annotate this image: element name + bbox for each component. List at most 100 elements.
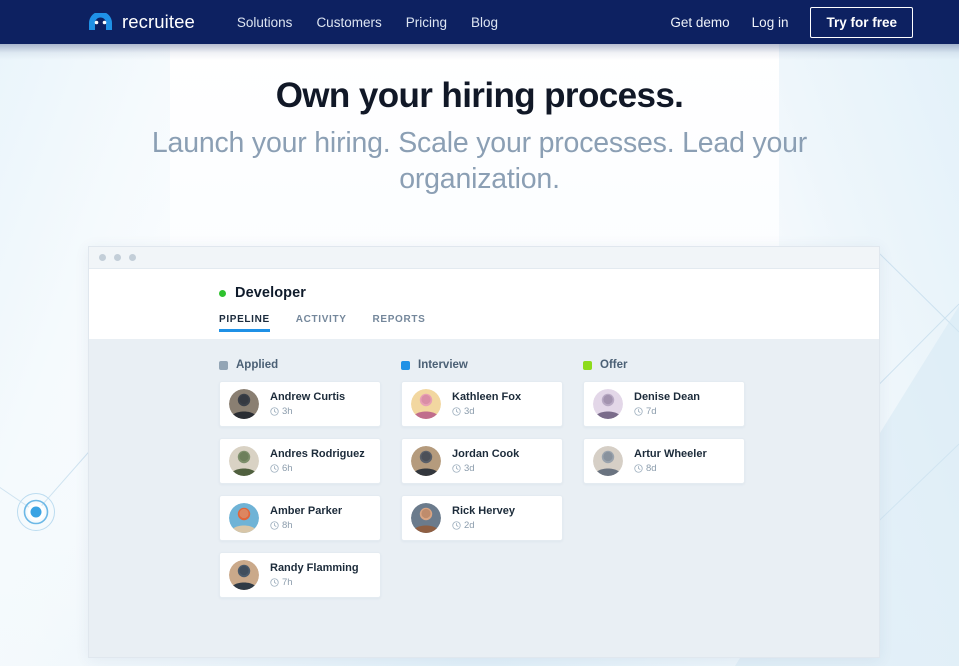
- clock-icon: [270, 521, 279, 530]
- candidate-time-row: 2d: [452, 520, 515, 531]
- pipeline-board: Applied Andrew Curtis 3h Andres Rodriguez 6h…: [89, 339, 879, 657]
- candidate-time-row: 8d: [634, 463, 707, 474]
- tab-reports[interactable]: REPORTS: [373, 314, 426, 332]
- candidate-info: Jordan Cook 3d: [452, 448, 519, 474]
- column-header: Applied: [219, 359, 381, 371]
- pipeline-column-applied: Applied Andrew Curtis 3h Andres Rodriguez 6h…: [219, 359, 381, 609]
- candidate-name: Amber Parker: [270, 505, 343, 517]
- column-header: Offer: [583, 359, 745, 371]
- candidate-info: Kathleen Fox 3d: [452, 391, 521, 417]
- candidate-card[interactable]: Randy Flamming 7h: [219, 552, 381, 598]
- candidate-time: 6h: [282, 463, 293, 474]
- brand-logo[interactable]: recruitee: [88, 11, 195, 33]
- login-link[interactable]: Log in: [752, 15, 789, 30]
- candidate-time: 3d: [464, 406, 475, 417]
- candidate-name: Andrew Curtis: [270, 391, 346, 403]
- avatar-randy-flamming: [229, 560, 259, 590]
- pipeline-column-interview: Interview Kathleen Fox 3d Jordan Cook 3d Rick…: [401, 359, 563, 552]
- get-demo-link[interactable]: Get demo: [670, 15, 729, 30]
- candidate-card[interactable]: Andres Rodriguez 6h: [219, 438, 381, 484]
- candidate-time: 3h: [282, 406, 293, 417]
- candidate-name: Denise Dean: [634, 391, 701, 403]
- nav-link-pricing[interactable]: Pricing: [406, 15, 447, 30]
- candidate-time: 7d: [646, 406, 657, 417]
- column-header: Interview: [401, 359, 563, 371]
- nav-link-blog[interactable]: Blog: [471, 15, 498, 30]
- candidate-time-row: 3d: [452, 463, 519, 474]
- candidate-name: Jordan Cook: [452, 448, 520, 460]
- app-header: Developer PIPELINE ACTIVITY REPORTS: [89, 269, 879, 339]
- candidate-name: Artur Wheeler: [634, 448, 707, 460]
- candidate-card[interactable]: Jordan Cook 3d: [401, 438, 563, 484]
- avatar-rick-hervey: [411, 503, 441, 533]
- candidate-time-row: 3h: [270, 406, 345, 417]
- candidate-time: 2d: [464, 520, 475, 531]
- page-title: Own your hiring process.: [275, 76, 684, 115]
- candidate-info: Artur Wheeler 8d: [634, 448, 707, 474]
- candidate-time: 7h: [282, 577, 293, 588]
- candidate-time-row: 3d: [452, 406, 521, 417]
- candidate-info: Randy Flamming 7h: [270, 562, 359, 588]
- candidate-time-row: 7d: [634, 406, 700, 417]
- column-color-swatch-icon: [401, 360, 410, 370]
- candidate-card[interactable]: Denise Dean 7d: [583, 381, 745, 427]
- top-navbar: recruitee Solutions Customers Pricing Bl…: [0, 0, 959, 44]
- avatar-amber-parker: [229, 503, 259, 533]
- nav-link-customers[interactable]: Customers: [316, 15, 381, 30]
- radar-target-icon: [17, 493, 55, 531]
- clock-icon: [452, 521, 461, 530]
- clock-icon: [452, 464, 461, 473]
- column-label: Offer: [600, 359, 628, 371]
- app-mockup-window: Developer PIPELINE ACTIVITY REPORTS Appl…: [88, 246, 880, 658]
- candidate-card[interactable]: Kathleen Fox 3d: [401, 381, 563, 427]
- tab-pipeline[interactable]: PIPELINE: [219, 314, 270, 332]
- avatar-jordan-cook: [411, 446, 441, 476]
- candidate-info: Andres Rodriguez 6h: [270, 448, 365, 474]
- column-color-swatch-icon: [583, 360, 592, 370]
- page-subtitle: Launch your hiring. Scale your processes…: [151, 126, 808, 195]
- tab-activity[interactable]: ACTIVITY: [296, 314, 347, 332]
- app-tabs: PIPELINE ACTIVITY REPORTS: [219, 314, 879, 332]
- clock-icon: [634, 464, 643, 473]
- nav-link-solutions[interactable]: Solutions: [237, 15, 293, 30]
- column-color-swatch-icon: [219, 360, 228, 370]
- candidate-time-row: 7h: [270, 577, 359, 588]
- candidate-info: Amber Parker 8h: [270, 505, 342, 531]
- window-dot-close[interactable]: [99, 254, 106, 261]
- clock-icon: [634, 407, 643, 416]
- job-title: Developer: [235, 285, 307, 301]
- avatar-kathleen-fox: [411, 389, 441, 419]
- candidate-time: 3d: [464, 463, 475, 474]
- clock-icon: [270, 407, 279, 416]
- avatar-andrew-curtis: [229, 389, 259, 419]
- clock-icon: [452, 407, 461, 416]
- column-label: Interview: [418, 359, 468, 371]
- candidate-name: Kathleen Fox: [452, 391, 522, 403]
- candidate-time-row: 8h: [270, 520, 342, 531]
- candidate-info: Andrew Curtis 3h: [270, 391, 345, 417]
- clock-icon: [270, 578, 279, 587]
- avatar-denise-dean: [593, 389, 623, 419]
- try-for-free-button[interactable]: Try for free: [810, 6, 913, 38]
- job-title-row: Developer: [219, 285, 879, 301]
- candidate-card[interactable]: Andrew Curtis 3h: [219, 381, 381, 427]
- window-dot-maximize[interactable]: [129, 254, 136, 261]
- candidate-name: Randy Flamming: [270, 562, 359, 574]
- candidate-time: 8d: [646, 463, 657, 474]
- candidate-card[interactable]: Artur Wheeler 8d: [583, 438, 745, 484]
- page-root: recruitee Solutions Customers Pricing Bl…: [0, 0, 959, 666]
- job-status-dot-icon: [219, 289, 226, 297]
- window-dot-minimize[interactable]: [114, 254, 121, 261]
- brand-name: recruitee: [122, 11, 195, 32]
- candidate-card[interactable]: Amber Parker 8h: [219, 495, 381, 541]
- avatar-artur-wheeler: [593, 446, 623, 476]
- candidate-info: Denise Dean 7d: [634, 391, 700, 417]
- candidate-name: Rick Hervey: [452, 505, 515, 517]
- candidate-card[interactable]: Rick Hervey 2d: [401, 495, 563, 541]
- recruitee-logo-icon: [89, 13, 112, 30]
- hero-text: Own your hiring process. Launch your hir…: [0, 74, 959, 198]
- candidate-name: Andres Rodriguez: [270, 448, 365, 460]
- candidate-info: Rick Hervey 2d: [452, 505, 515, 531]
- avatar-andres-rodriguez: [229, 446, 259, 476]
- window-chrome: [89, 247, 879, 269]
